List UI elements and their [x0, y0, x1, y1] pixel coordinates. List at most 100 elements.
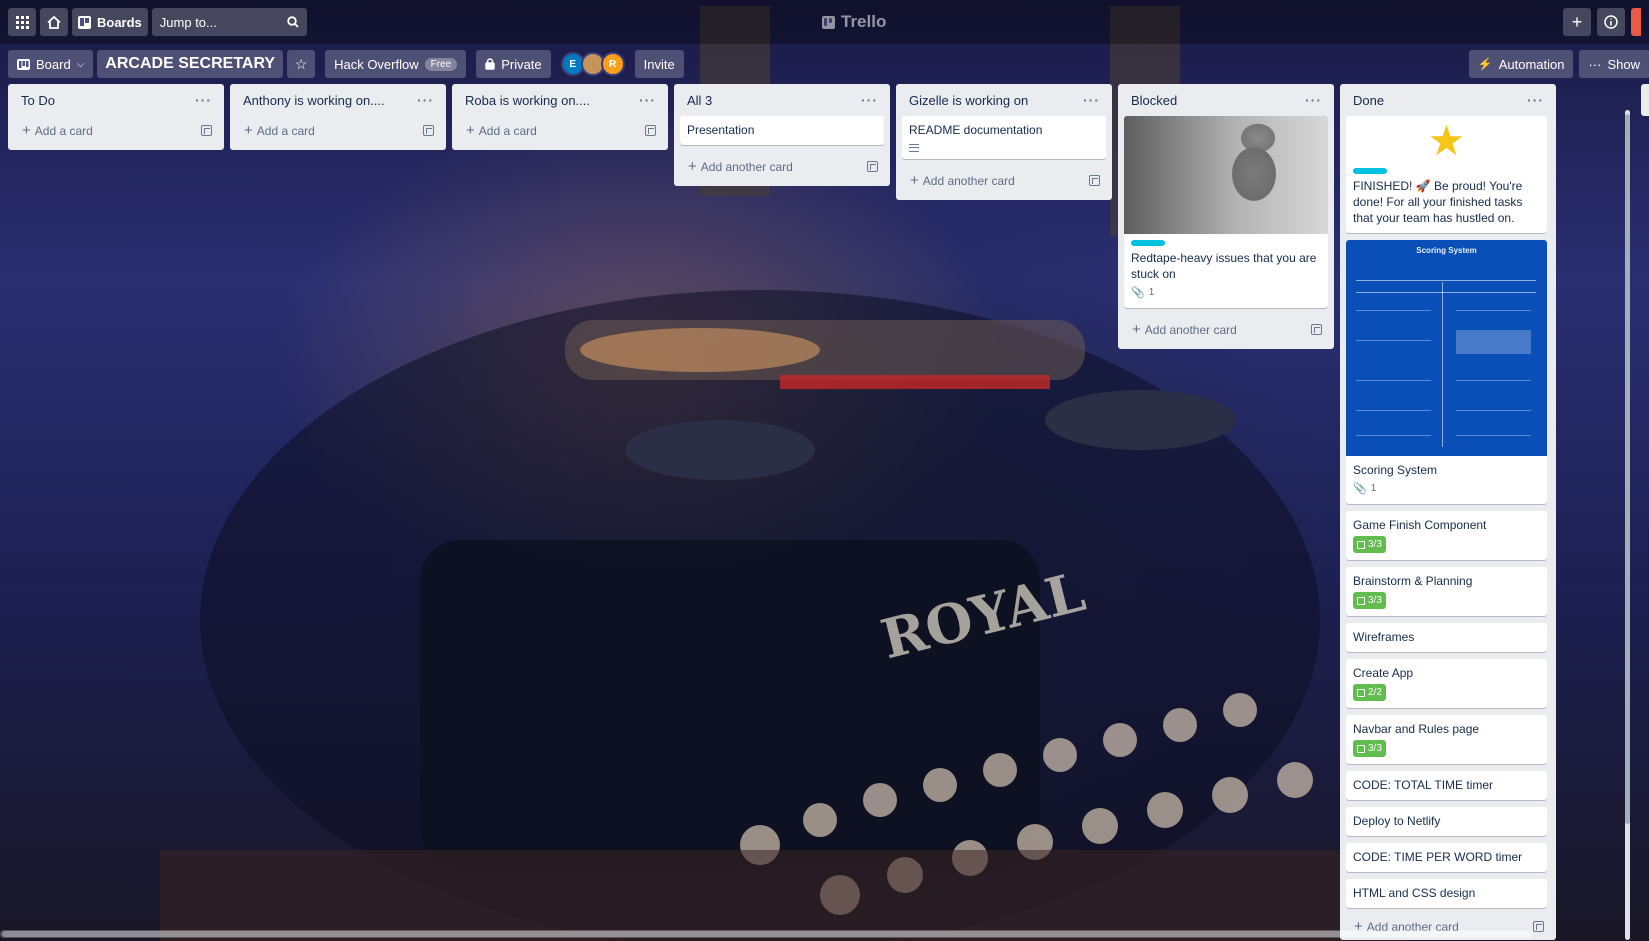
card-title: Game Finish Component — [1353, 518, 1487, 532]
automation-button[interactable]: ⚡ Automation — [1468, 50, 1574, 78]
board-view-switcher[interactable]: Board ⌵ — [8, 50, 94, 78]
add-card-button[interactable]: + Add another card — [902, 166, 1106, 194]
card[interactable]: Wireframes — [1346, 623, 1547, 652]
list-title[interactable]: Done — [1353, 93, 1384, 108]
app-switcher-button[interactable] — [8, 8, 36, 36]
card[interactable]: CODE: TOTAL TIME timer — [1346, 771, 1547, 800]
list-title[interactable]: Blocked — [1131, 93, 1177, 108]
card-title: Redtape-heavy issues that you are stuck … — [1131, 251, 1317, 281]
notification-bell-button[interactable] — [1631, 8, 1641, 36]
card-template-icon[interactable] — [1311, 323, 1322, 335]
list-title[interactable]: Roba is working on.... — [465, 93, 590, 108]
list-header[interactable]: Blocked ··· — [1124, 84, 1328, 116]
checklist-badge: 3/3 — [1353, 592, 1386, 609]
card-template-icon[interactable] — [1533, 920, 1544, 932]
add-card-button[interactable]: + Add a card — [14, 116, 218, 144]
trello-logo[interactable]: Trello — [822, 12, 886, 32]
plus-icon: + — [1571, 11, 1583, 32]
add-card-button[interactable]: + Add a card — [236, 116, 440, 144]
card[interactable]: Brainstorm & Planning 3/3 — [1346, 567, 1547, 616]
add-card-label: Add another card — [1144, 322, 1237, 337]
list-title[interactable]: All 3 — [687, 93, 712, 108]
visibility-label: Private — [501, 56, 542, 72]
card[interactable]: Redtape-heavy issues that you are stuck … — [1124, 116, 1328, 308]
workspace-button[interactable]: Hack Overflow Free — [325, 50, 467, 78]
board-title[interactable]: ARCADE SECRETARY — [97, 50, 284, 78]
list-menu-icon[interactable]: ··· — [1527, 92, 1544, 108]
workspace-name: Hack Overflow — [334, 56, 419, 72]
list-blocked: Blocked ··· Redtape-heavy issues that yo… — [1118, 84, 1334, 349]
card[interactable]: Deploy to Netlify — [1346, 807, 1547, 836]
boards-button[interactable]: Boards — [72, 8, 148, 36]
card[interactable]: Presentation — [680, 116, 884, 145]
add-card-button[interactable]: + Add a card — [458, 116, 662, 144]
add-card-label: Add a card — [34, 123, 93, 138]
board-horizontal-scrollbar[interactable] — [0, 930, 1533, 938]
top-navigation-bar: Boards Jump to... Trello + — [0, 0, 1649, 44]
card-cover-cat-photo — [1124, 116, 1328, 234]
list-vertical-scrollbar[interactable] — [1625, 110, 1630, 940]
card[interactable]: Scoring System Scoring System 📎 1 — [1346, 240, 1547, 504]
list-title[interactable]: To Do — [21, 93, 55, 108]
card-template-icon[interactable] — [867, 160, 878, 172]
visibility-button[interactable]: Private — [476, 50, 551, 78]
add-card-button[interactable]: + Add another card — [680, 152, 884, 180]
list-header[interactable]: Gizelle is working on ··· — [902, 84, 1106, 116]
list-menu-icon[interactable]: ··· — [417, 92, 434, 108]
plus-icon: + — [1132, 320, 1141, 338]
list-header[interactable]: Done ··· — [1346, 84, 1550, 116]
list-header[interactable]: All 3 ··· — [680, 84, 884, 116]
card-template-icon[interactable] — [645, 124, 656, 136]
card[interactable]: ★ FINISHED! 🚀 Be proud! You're done! For… — [1346, 116, 1547, 233]
checklist-icon — [1357, 540, 1365, 549]
member-avatar[interactable]: R — [600, 52, 625, 76]
card-title: Navbar and Rules page — [1353, 722, 1480, 736]
card-title: HTML and CSS design — [1353, 886, 1476, 900]
lightning-icon: ⚡ — [1477, 57, 1493, 71]
scrollbar-thumb[interactable] — [1625, 114, 1630, 824]
card[interactable]: CODE: TIME PER WORD timer — [1346, 843, 1547, 872]
list-menu-icon[interactable]: ··· — [639, 92, 656, 108]
list-menu-icon[interactable]: ··· — [861, 92, 878, 108]
board-icon — [17, 58, 30, 70]
card-template-icon[interactable] — [423, 124, 434, 136]
next-list-edge[interactable] — [1641, 84, 1649, 116]
card[interactable]: Game Finish Component 3/3 — [1346, 511, 1547, 560]
card-label[interactable] — [1353, 168, 1387, 174]
board-view-label: Board — [36, 56, 71, 72]
list-header[interactable]: To Do ··· — [14, 84, 218, 116]
card-template-icon[interactable] — [201, 124, 212, 136]
card[interactable]: Navbar and Rules page 3/3 — [1346, 715, 1547, 764]
list-header[interactable]: Anthony is working on.... ··· — [236, 84, 440, 116]
card[interactable]: HTML and CSS design — [1346, 879, 1547, 908]
card-label[interactable] — [1131, 240, 1165, 246]
list-done: Done ··· ★ FINISHED! 🚀 Be proud! You're … — [1340, 84, 1556, 940]
list-menu-icon[interactable]: ··· — [1083, 92, 1100, 108]
create-button[interactable]: + — [1563, 8, 1591, 36]
card-template-icon[interactable] — [1089, 174, 1100, 186]
list-title[interactable]: Anthony is working on.... — [243, 93, 385, 108]
card-title: Wireframes — [1353, 630, 1415, 644]
card[interactable]: README documentation — [902, 116, 1106, 159]
trello-logo-icon — [822, 15, 835, 29]
workspace-plan-badge: Free — [424, 57, 458, 71]
home-button[interactable] — [40, 8, 68, 36]
invite-button[interactable]: Invite — [634, 50, 684, 78]
add-card-button[interactable]: + Add another card — [1124, 315, 1328, 343]
scrollbar-thumb[interactable] — [2, 931, 1530, 937]
board-header: Board ⌵ ARCADE SECRETARY ☆ Hack Overflow… — [0, 44, 1649, 84]
list-menu-icon[interactable]: ··· — [1305, 92, 1322, 108]
list-menu-icon[interactable]: ··· — [195, 92, 212, 108]
card-title: Presentation — [687, 123, 755, 137]
list-title[interactable]: Gizelle is working on — [909, 93, 1028, 108]
list-header[interactable]: Roba is working on.... ··· — [458, 84, 662, 116]
show-menu-button[interactable]: ··· Show — [1579, 50, 1649, 78]
search-placeholder: Jump to... — [159, 14, 217, 30]
more-dots-icon: ··· — [1588, 56, 1602, 72]
search-input[interactable]: Jump to... — [151, 8, 307, 36]
card[interactable]: Create App 2/2 — [1346, 659, 1547, 708]
information-button[interactable] — [1597, 8, 1625, 36]
home-icon — [47, 15, 61, 29]
star-board-button[interactable]: ☆ — [287, 50, 316, 78]
checklist-icon — [1357, 596, 1365, 605]
